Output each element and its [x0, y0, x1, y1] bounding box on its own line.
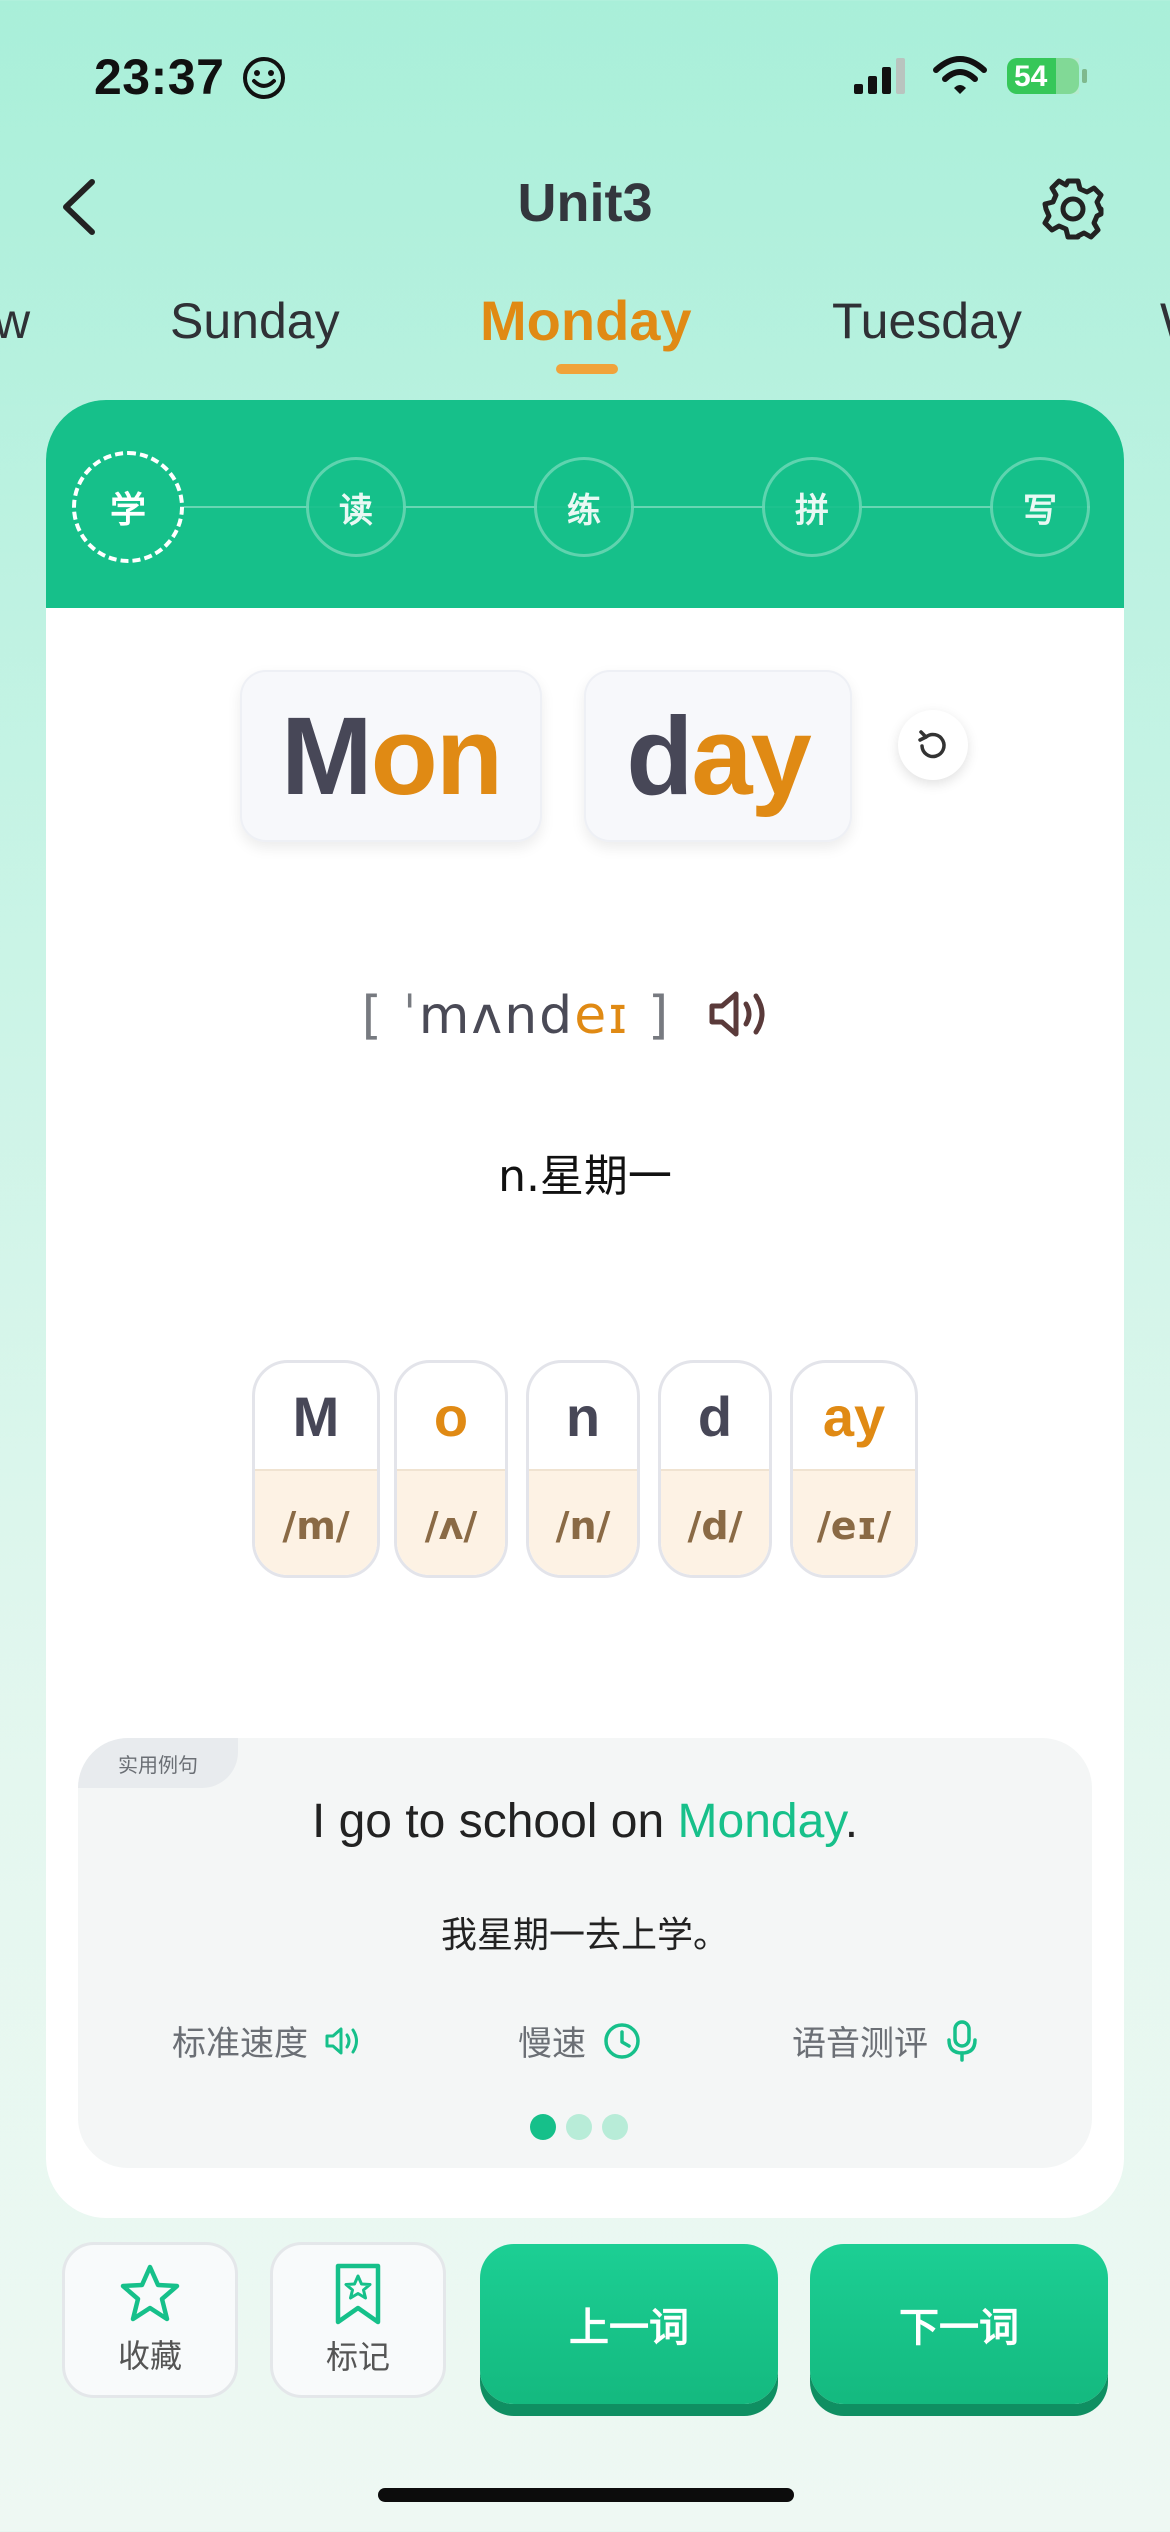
clock-icon [604, 2022, 640, 2059]
favorite-label: 收藏 [117, 2337, 182, 2375]
phonics-tile[interactable]: d /d/ [658, 1360, 772, 1578]
speaker-icon [325, 2027, 358, 2054]
phonetic-close: ] [648, 986, 671, 1046]
phonetic-open: [ [361, 986, 384, 1046]
status-time: 23:37 [94, 49, 225, 105]
example-card: 实用例句 I go to school on Monday. 我星期一去上学。 … [78, 1738, 1092, 2168]
phonics-tile[interactable]: n /n/ [526, 1360, 640, 1578]
syllable-tile[interactable]: Mon [240, 670, 542, 842]
phonetic-stress: ˈ [402, 986, 419, 1046]
syllable-tile[interactable]: d ay [584, 670, 852, 842]
phonics-letter: d [697, 1384, 733, 1448]
phonics-letter: n [565, 1384, 601, 1448]
prev-word-button[interactable]: 上一词 [480, 2244, 778, 2404]
phonics-letter: M [292, 1384, 340, 1448]
page-dot-active[interactable] [530, 2114, 556, 2140]
tab-day-prev[interactable]: w [0, 292, 30, 350]
speech-eval-label: 语音测评 [792, 2024, 928, 2064]
step-learn[interactable]: 学 [72, 451, 184, 563]
phonics-sound: /eɪ/ [793, 1469, 915, 1575]
page-dot[interactable] [566, 2114, 592, 2140]
syllable-highlight: ay [691, 694, 811, 818]
phonics-letter: o [433, 1384, 469, 1448]
step-spell[interactable]: 拼 [762, 457, 862, 557]
phonics-tile[interactable]: ay /eɪ/ [790, 1360, 918, 1578]
battery-icon: 54 [1006, 54, 1090, 98]
example-en-keyword: Monday [677, 1795, 845, 1848]
replay-button[interactable] [898, 710, 968, 780]
normal-speed-label: 标准速度 [172, 2024, 308, 2064]
example-sentence-cn: 我星期一去上学。 [440, 1915, 729, 1956]
mark-button[interactable]: 标记 [270, 2242, 446, 2398]
gear-icon[interactable] [1040, 176, 1106, 242]
speech-eval-button[interactable]: 语音测评 [792, 2016, 980, 2065]
phonetic-core: mʌnd [418, 986, 575, 1046]
battery-level: 54 [1014, 60, 1048, 93]
syllable-plain: M [280, 694, 373, 818]
example-tag: 实用例句 [78, 1738, 238, 1788]
page-title: Unit3 [517, 173, 653, 233]
microphone-icon [947, 2019, 977, 2062]
syllable-plain: d [626, 694, 693, 818]
example-en-before: I go to school on [311, 1795, 678, 1848]
phonics-sound: /m/ [255, 1469, 377, 1575]
signal-icon [854, 58, 905, 94]
word-meaning: n.星期一 [498, 1151, 672, 1202]
phonetic-highlight: eɪ [574, 986, 630, 1046]
phonics-tile[interactable]: o /ʌ/ [394, 1360, 508, 1578]
bookmark-icon [335, 2263, 381, 2325]
example-sentence-en: I go to school on Monday. [78, 1794, 1092, 1849]
wifi-icon [933, 56, 987, 94]
tab-monday[interactable]: Monday [480, 288, 692, 353]
slow-speed-label: 慢速 [518, 2024, 586, 2064]
next-word-button[interactable]: 下一词 [810, 2244, 1108, 2404]
phonics-tile[interactable]: M /m/ [252, 1360, 380, 1578]
word-card: 学 读 练 拼 写 Mon d ay [ ˈmʌndeɪ ] n.星期一 M /m… [46, 400, 1124, 2218]
step-write[interactable]: 写 [990, 457, 1090, 557]
favorite-button[interactable]: 收藏 [62, 2242, 238, 2398]
tab-sunday[interactable]: Sunday [170, 292, 340, 350]
phonics-sound: /n/ [529, 1469, 637, 1575]
speaker-icon[interactable] [706, 984, 776, 1044]
syllable-highlight: on [370, 694, 503, 818]
star-icon [120, 2264, 180, 2322]
home-indicator[interactable] [378, 2488, 794, 2502]
example-en-after: . [844, 1795, 859, 1848]
step-bar: 学 读 练 拼 写 [46, 400, 1124, 608]
mark-label: 标记 [325, 2338, 390, 2376]
page-dot[interactable] [602, 2114, 628, 2140]
tab-day-next[interactable]: W [1160, 292, 1170, 350]
smiley-icon [243, 57, 285, 99]
phonics-sound: /ʌ/ [397, 1469, 505, 1575]
phonics-letter: ay [822, 1384, 886, 1448]
slow-speed-button[interactable]: 慢速 [518, 2016, 642, 2065]
step-read[interactable]: 读 [306, 457, 406, 557]
tab-tuesday[interactable]: Tuesday [832, 292, 1022, 350]
normal-speed-button[interactable]: 标准速度 [172, 2016, 364, 2065]
replay-icon [918, 730, 946, 759]
pagination-dots [530, 2114, 628, 2140]
active-tab-indicator [556, 364, 618, 374]
step-practice[interactable]: 练 [534, 457, 634, 557]
phonics-sound: /d/ [661, 1469, 769, 1575]
